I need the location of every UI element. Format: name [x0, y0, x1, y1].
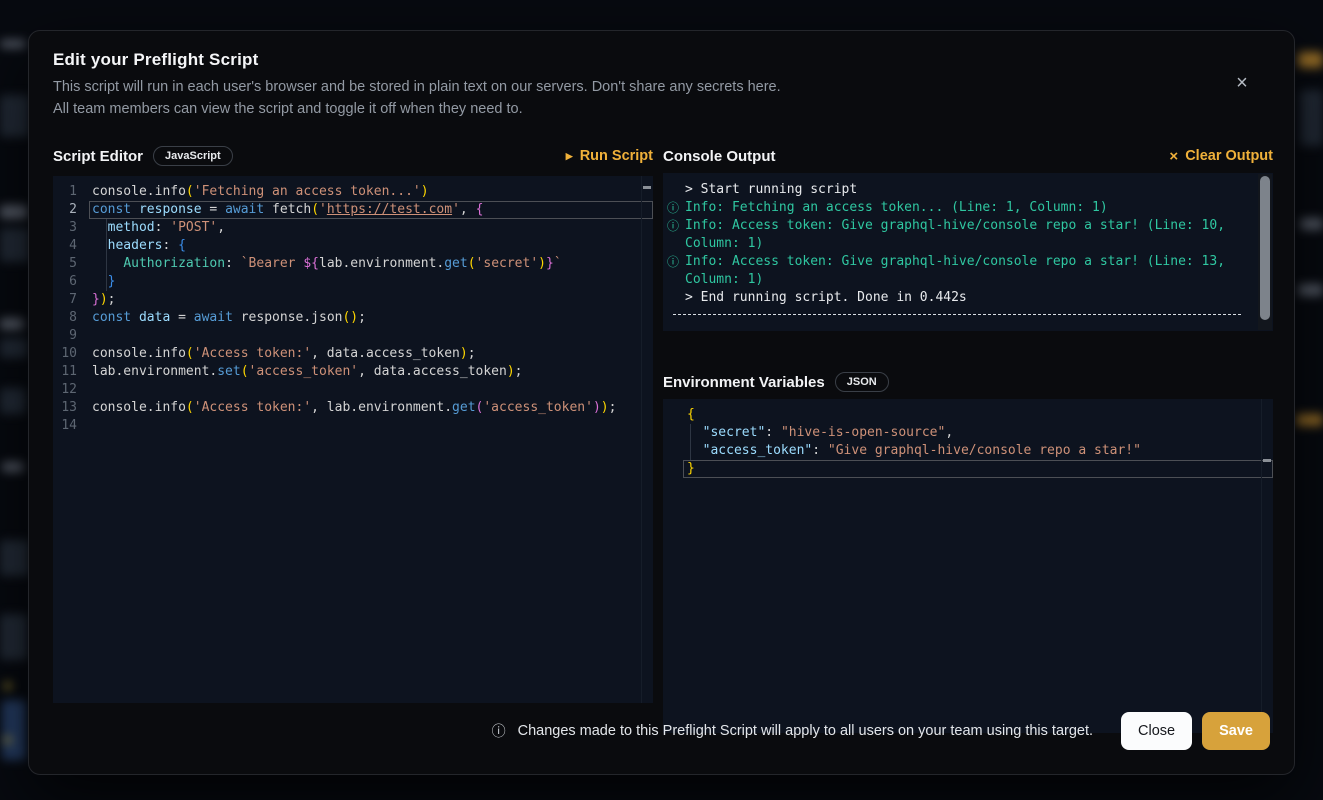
backdrop-blur-shape — [1298, 52, 1323, 68]
backdrop-blur-shape — [2, 462, 24, 472]
info-icon: ⓘ — [667, 253, 679, 271]
clear-output-label: Clear Output — [1185, 148, 1273, 164]
language-badge: JavaScript — [153, 146, 233, 166]
editor-scroll-track[interactable] — [641, 176, 653, 703]
console-line: > End running script. Done in 0.442s — [667, 289, 1247, 307]
code-line: 4 headers: { — [53, 237, 653, 255]
line-number: 3 — [53, 219, 89, 237]
output-column: Console Output × Clear Output > Start ru… — [663, 141, 1273, 171]
line-number: 12 — [53, 381, 89, 399]
line-number: 9 — [53, 327, 89, 345]
line-number: 11 — [53, 363, 89, 381]
backdrop-blur-shape — [2, 700, 26, 760]
line-number: 7 — [53, 291, 89, 309]
backdrop-blur-shape — [0, 40, 26, 48]
code-line: 1console.info('Fetching an access token.… — [53, 183, 653, 201]
run-script-button[interactable]: ▶ Run Script — [566, 148, 653, 164]
line-number: 14 — [53, 417, 89, 435]
code-line: "secret": "hive-is-open-source", — [663, 424, 1273, 442]
backdrop-blur-shape — [0, 614, 28, 660]
info-icon: ⓘ — [492, 721, 506, 741]
footer-notice: Changes made to this Preflight Script wi… — [518, 723, 1093, 739]
line-number: 10 — [53, 345, 89, 363]
code-line: { — [663, 406, 1273, 424]
code-line: 10console.info('Access token:', data.acc… — [53, 345, 653, 363]
console-separator — [673, 314, 1241, 315]
line-number: 2 — [53, 201, 89, 219]
clear-output-button[interactable]: × Clear Output — [1169, 148, 1273, 164]
editor-scroll-track[interactable] — [1261, 399, 1273, 733]
code-line: 12 — [53, 381, 653, 399]
close-icon[interactable]: × — [1230, 71, 1254, 95]
code-line: 2const response = await fetch('https://t… — [53, 201, 653, 219]
format-badge: JSON — [835, 372, 889, 392]
play-icon: ▶ — [566, 152, 573, 161]
code-line: 7}); — [53, 291, 653, 309]
backdrop-blur-shape — [0, 540, 30, 576]
console-output: > Start running scriptⓘInfo: Fetching an… — [663, 173, 1273, 331]
line-number: 5 — [53, 255, 89, 273]
console-output-title: Console Output — [663, 148, 776, 165]
indent-guide — [690, 424, 691, 460]
code-line: 14 — [53, 417, 653, 435]
line-number: 4 — [53, 237, 89, 255]
code-line: 6 } — [53, 273, 653, 291]
code-line: "access_token": "Give graphql-hive/conso… — [663, 442, 1273, 460]
code-line: 8const data = await response.json(); — [53, 309, 653, 327]
indent-guide — [106, 219, 107, 291]
backdrop-blur-shape — [1300, 218, 1323, 230]
code-line: 3 method: 'POST', — [53, 219, 653, 237]
environment-variables-editor[interactable]: { "secret": "hive-is-open-source", "acce… — [663, 399, 1273, 733]
script-editor-column: Script Editor JavaScript ▶ Run Script 1c… — [53, 141, 653, 171]
script-editor-title: Script Editor — [53, 148, 143, 165]
line-number: 8 — [53, 309, 89, 327]
code-line: 13console.info('Access token:', lab.envi… — [53, 399, 653, 417]
line-number: 6 — [53, 273, 89, 291]
clear-icon: × — [1169, 149, 1178, 164]
line-number: 13 — [53, 399, 89, 417]
backdrop-blur-shape — [0, 205, 28, 219]
console-line: > Start running script — [667, 181, 1247, 199]
backdrop-blur-shape — [0, 318, 24, 330]
console-line: ⓘInfo: Access token: Give graphql-hive/c… — [667, 253, 1247, 289]
modal-description-line1: This script will run in each user's brow… — [53, 79, 781, 95]
backdrop-blur-shape — [1298, 284, 1323, 296]
overview-ruler-mark — [643, 186, 651, 189]
overview-ruler-mark — [1263, 459, 1271, 462]
backdrop-blur-shape — [4, 682, 12, 690]
script-editor[interactable]: 1console.info('Fetching an access token.… — [53, 176, 653, 703]
code-line: 5 Authorization: `Bearer ${lab.environme… — [53, 255, 653, 273]
console-scrollbar[interactable] — [1258, 174, 1272, 330]
environment-variables-title: Environment Variables — [663, 374, 825, 391]
code-line: 11lab.environment.set('access_token', da… — [53, 363, 653, 381]
info-icon: ⓘ — [667, 199, 679, 217]
modal-title: Edit your Preflight Script — [53, 50, 258, 70]
backdrop-blur-shape — [0, 388, 26, 414]
console-scrollbar-thumb[interactable] — [1260, 176, 1270, 320]
code-line: 9 — [53, 327, 653, 345]
preflight-script-modal: × Edit your Preflight Script This script… — [28, 30, 1295, 775]
console-line: ⓘInfo: Access token: Give graphql-hive/c… — [667, 217, 1247, 253]
backdrop-blur-shape — [1300, 90, 1323, 146]
info-icon: ⓘ — [667, 217, 679, 235]
backdrop-blur-shape — [1296, 414, 1323, 426]
backdrop-blur-shape — [0, 95, 30, 137]
code-line: } — [663, 460, 1273, 478]
close-button[interactable]: Close — [1121, 712, 1192, 750]
console-line: ⓘInfo: Fetching an access token... (Line… — [667, 199, 1247, 217]
backdrop-blur-shape — [4, 736, 12, 744]
modal-description-line2: All team members can view the script and… — [53, 101, 523, 117]
line-number: 1 — [53, 183, 89, 201]
modal-footer: ⓘ Changes made to this Preflight Script … — [53, 712, 1270, 750]
run-script-label: Run Script — [580, 148, 653, 164]
backdrop-blur-shape — [0, 338, 28, 358]
save-button[interactable]: Save — [1202, 712, 1270, 750]
backdrop-blur-shape — [0, 228, 30, 262]
